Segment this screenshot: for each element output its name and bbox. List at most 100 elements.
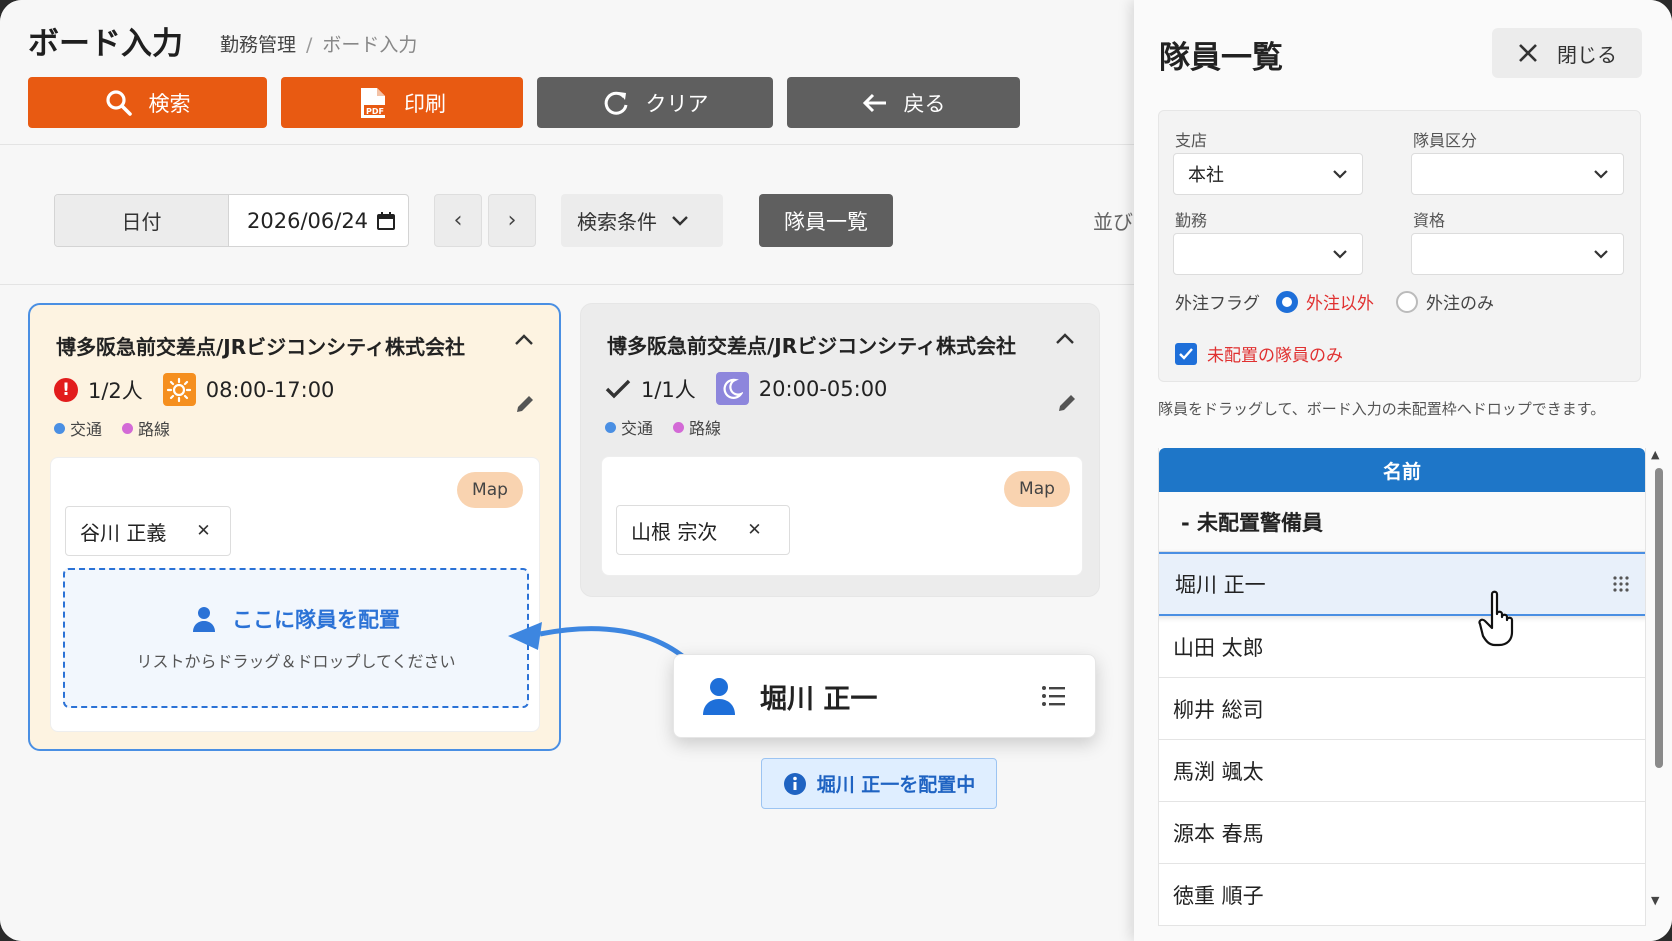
member-list: 名前 - 未配置警備員 堀川 正一 山田 太郎 柳井 総司 馬渕 颯太 源本 春… [1158, 448, 1646, 926]
back-button-label: 戻る [903, 91, 946, 116]
close-icon [1519, 44, 1537, 62]
board-card[interactable]: 博多阪急前交差点/JRビジコンシティ株式会社 1/1人 20:00-05:00 … [580, 303, 1100, 597]
placing-status-text: 堀川 正一を配置中 [816, 774, 976, 796]
radio-selected[interactable] [1276, 290, 1298, 313]
next-day-button[interactable]: › [488, 194, 536, 247]
date-input[interactable]: 2026/06/24 [229, 195, 408, 246]
chevron-up-icon[interactable] [514, 333, 534, 347]
search-conditions-dropdown[interactable]: 検索条件 [561, 194, 723, 247]
radio-label-not-outsourced[interactable]: 外注以外 [1306, 289, 1374, 314]
search-button[interactable]: 検索 [28, 77, 267, 128]
drag-member-name: 堀川 正一 [760, 683, 878, 715]
filter-box: 支店 本社 隊員区分 勤務 資格 外注フラグ 外注以外 外注のみ 未配置の隊員の… [1158, 110, 1641, 382]
drop-zone[interactable]: ここに隊員を配置 リストからドラッグ＆ドロップしてください [63, 568, 529, 708]
back-button[interactable]: 戻る [787, 77, 1020, 128]
branch-label: 支店 [1175, 131, 1208, 150]
card-title: 博多阪急前交差点/JRビジコンシティ株式会社 [607, 334, 1016, 358]
chevron-down-icon [1594, 170, 1608, 179]
category-select[interactable] [1411, 153, 1624, 195]
list-item[interactable]: 徳重 順子 [1159, 864, 1645, 926]
pdf-icon: PDF [361, 87, 386, 118]
list-item[interactable]: 馬渕 颯太 [1159, 740, 1645, 802]
chevron-down-icon [1594, 250, 1608, 259]
check-icon [1179, 347, 1193, 360]
member-name: 谷川 正義 [80, 520, 167, 545]
checkbox-checked[interactable] [1175, 342, 1197, 365]
duty-label: 勤務 [1175, 211, 1208, 230]
radio-label-outsourced-only[interactable]: 外注のみ [1426, 289, 1494, 314]
group-header: - 未配置警備員 [1159, 492, 1645, 552]
card-title: 博多阪急前交差点/JRビジコンシティ株式会社 [56, 335, 465, 359]
tag-route: 路線 [122, 416, 170, 440]
list-item[interactable]: 山田 太郎 [1159, 616, 1645, 678]
chevron-down-icon [672, 215, 688, 226]
assigned-member-chip[interactable]: 山根 宗次 ✕ [616, 505, 790, 555]
search-button-label: 検索 [148, 91, 191, 116]
chevron-down-icon [1333, 170, 1347, 179]
scrollbar-thumb[interactable] [1655, 468, 1663, 768]
svg-text:PDF: PDF [366, 107, 384, 116]
chevron-up-icon[interactable] [1055, 332, 1075, 346]
board-main: ボード入力 勤務管理 / ボード入力 検索 PDF 印刷 クリア 戻る 日付 202… [0, 0, 1134, 941]
date-value: 2026/06/24 [247, 208, 369, 233]
drop-zone-title: ここに隊員を配置 [192, 604, 400, 634]
calendar-icon[interactable] [376, 211, 396, 231]
board-card[interactable]: 博多阪急前交差点/JRビジコンシティ株式会社 ! 1/2人 08:00-17:0… [28, 303, 561, 751]
drag-handle-icon[interactable] [1613, 576, 1629, 592]
page-title: ボード入力 [28, 26, 183, 62]
radio-unselected[interactable] [1396, 290, 1418, 313]
scroll-down-icon[interactable]: ▼ [1651, 894, 1659, 907]
date-field[interactable]: 日付 2026/06/24 [54, 194, 409, 247]
list-menu-icon [1042, 686, 1065, 706]
scrollbar[interactable]: ▲ ▼ [1651, 448, 1665, 914]
pencil-icon[interactable] [514, 393, 536, 415]
breadcrumb: 勤務管理 / ボード入力 [220, 30, 417, 57]
hand-cursor-icon [1478, 590, 1514, 647]
drag-preview[interactable]: 堀川 正一 [673, 654, 1096, 738]
card-tags: 交通 路線 [54, 416, 170, 440]
prev-day-button[interactable]: ‹ [434, 194, 482, 247]
shift-time: 08:00-17:00 [205, 377, 335, 402]
pencil-icon[interactable] [1056, 392, 1078, 414]
unassigned-only-checkbox-row[interactable]: 未配置の隊員のみ [1175, 341, 1343, 366]
tag-traffic: 交通 [605, 415, 653, 439]
close-button[interactable]: 閉じる [1492, 28, 1642, 78]
list-item[interactable]: 源本 春馬 [1159, 802, 1645, 864]
search-conditions-label: 検索条件 [577, 210, 657, 234]
close-button-label: 閉じる [1557, 42, 1617, 67]
clear-button[interactable]: クリア [537, 77, 773, 128]
breadcrumb-parent[interactable]: 勤務管理 [220, 34, 296, 56]
qualification-select[interactable] [1411, 233, 1624, 275]
list-item[interactable]: 柳井 総司 [1159, 678, 1645, 740]
divider [0, 284, 1134, 285]
print-button[interactable]: PDF 印刷 [281, 77, 523, 128]
app-window: ボード入力 勤務管理 / ボード入力 検索 PDF 印刷 クリア 戻る 日付 202… [0, 0, 1672, 941]
map-button[interactable]: Map [457, 472, 523, 508]
sort-label[interactable]: 並び [1093, 206, 1133, 235]
date-label: 日付 [55, 195, 229, 246]
panel-title: 隊員一覧 [1159, 40, 1283, 76]
alert-icon: ! [54, 377, 78, 402]
scroll-up-icon[interactable]: ▲ [1651, 448, 1659, 461]
search-icon [105, 89, 132, 116]
map-button[interactable]: Map [1004, 471, 1070, 507]
member-name: 堀川 正一 [1175, 573, 1266, 597]
person-icon [193, 607, 215, 632]
list-item[interactable]: 堀川 正一 [1159, 552, 1645, 616]
member-name: 山根 宗次 [631, 519, 718, 544]
assigned-member-chip[interactable]: 谷川 正義 ✕ [65, 506, 231, 556]
duty-select[interactable] [1173, 233, 1363, 275]
member-list-button[interactable]: 隊員一覧 [759, 194, 893, 247]
refresh-icon [604, 91, 627, 115]
chevron-down-icon [1333, 250, 1347, 259]
divider [0, 144, 1134, 145]
outsource-radio-group: 外注フラグ 外注以外 外注のみ [1175, 289, 1494, 314]
breadcrumb-separator: / [306, 34, 313, 56]
drag-arrow-icon [508, 622, 687, 660]
remove-icon[interactable]: ✕ [196, 521, 210, 541]
remove-icon[interactable]: ✕ [747, 520, 761, 540]
person-icon [703, 678, 735, 715]
tag-traffic: 交通 [54, 416, 102, 440]
column-header-name[interactable]: 名前 [1159, 448, 1645, 492]
branch-select[interactable]: 本社 [1173, 153, 1363, 195]
